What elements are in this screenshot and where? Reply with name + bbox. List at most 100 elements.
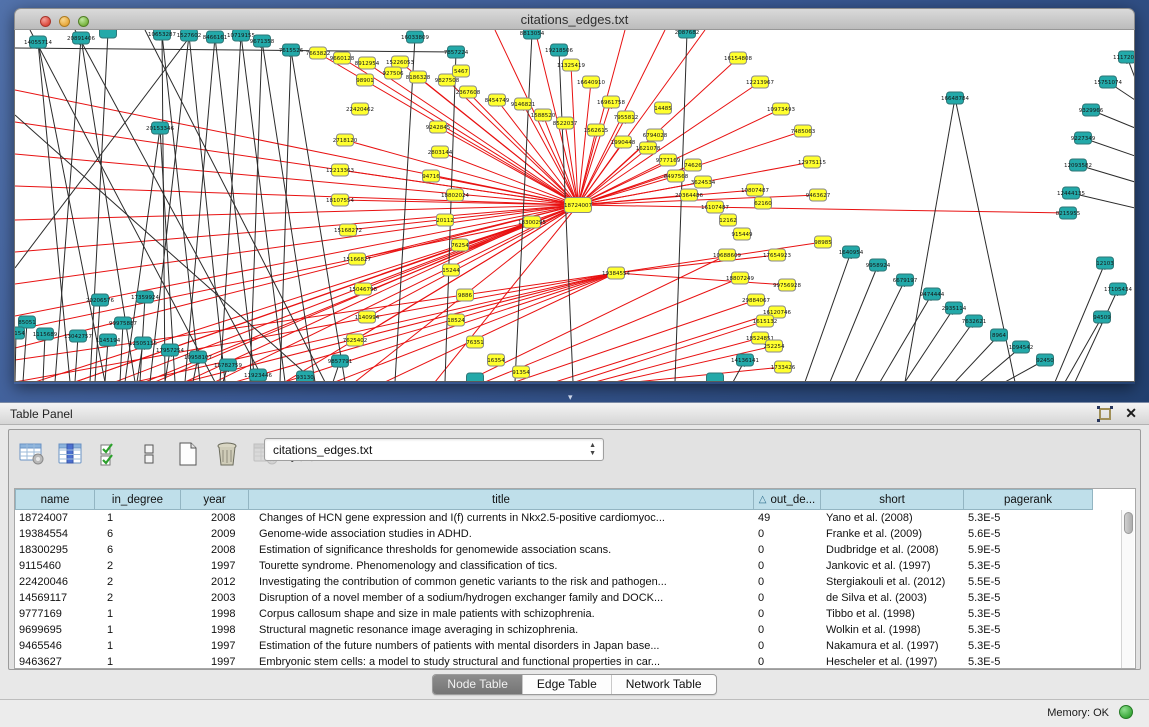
graph-node-16640910[interactable]: 16640910 xyxy=(577,76,605,88)
table-row[interactable]: 1830029562008Estimation of significance … xyxy=(15,542,1135,558)
graph-edge[interactable] xyxy=(250,41,262,382)
graph-edge[interactable] xyxy=(578,205,1068,213)
graph-node-16961758[interactable]: 16961758 xyxy=(597,96,625,108)
table-row[interactable]: 1456911722003Disruption of a novel membe… xyxy=(15,590,1135,606)
graph-edge[interactable] xyxy=(15,30,195,268)
graph-node-20891406[interactable]: 20891406 xyxy=(67,32,95,44)
stacked-rows-icon[interactable] xyxy=(136,441,162,467)
graph-edge[interactable] xyxy=(75,30,265,382)
graph-node-12213967[interactable]: 12213967 xyxy=(746,76,774,88)
graph-node-20206576[interactable]: 20206576 xyxy=(86,294,114,306)
graph-edge[interactable] xyxy=(830,265,878,382)
table-row[interactable]: 2242004622012Investigating the contribut… xyxy=(15,574,1135,590)
graph-edge[interactable] xyxy=(235,273,616,382)
graph-node-76254[interactable]: 76254 xyxy=(451,239,469,251)
graph-node-8497568[interactable]: 8497568 xyxy=(664,170,689,182)
graph-node-9463627[interactable]: 9463627 xyxy=(806,189,831,201)
graph-node-9227349[interactable]: 9227349 xyxy=(1071,132,1096,144)
graph-node-16154808[interactable]: 16154808 xyxy=(724,52,752,64)
graph-node-12213363[interactable]: 12213363 xyxy=(326,164,354,176)
graph-node-94716[interactable]: 94716 xyxy=(422,170,440,182)
graph-node-8964[interactable]: 8964 xyxy=(991,329,1008,341)
graph-edge[interactable] xyxy=(880,294,932,382)
graph-node-7625402[interactable]: 7625402 xyxy=(343,334,368,346)
graph-node-1094542[interactable]: 1094542 xyxy=(1009,341,1034,353)
graph-node-9146821[interactable]: 9146821 xyxy=(511,98,536,110)
graph-node-5467[interactable]: 5467 xyxy=(453,65,470,77)
graph-edge[interactable] xyxy=(616,273,787,285)
column-header-year[interactable]: year xyxy=(181,489,249,510)
table-row[interactable]: 969969511998Structural magnetic resonanc… xyxy=(15,622,1135,638)
citation-network-graph[interactable]: 1405571420891406106532871527602846616110… xyxy=(15,30,1135,382)
graph-node-unlabeled[interactable] xyxy=(707,373,724,382)
column-visibility-icon[interactable] xyxy=(58,441,84,467)
graph-node-16033809[interactable]: 16033809 xyxy=(401,31,429,43)
table-row[interactable]: 1938455462009Genome-wide association stu… xyxy=(15,526,1135,542)
graph-edge[interactable] xyxy=(955,335,999,382)
graph-node-2803144[interactable]: 2803144 xyxy=(428,146,453,158)
graph-edge[interactable] xyxy=(805,252,851,382)
graph-node-20364486[interactable]: 20364486 xyxy=(675,189,703,201)
tab-edge-table[interactable]: Edge Table xyxy=(522,675,611,694)
graph-node-1145194[interactable]: 1145194 xyxy=(96,334,121,346)
graph-edge[interactable] xyxy=(515,33,532,382)
graph-node-7615526[interactable]: 7615526 xyxy=(279,44,304,56)
graph-node-11172034[interactable]: 11172034 xyxy=(1113,51,1135,63)
column-header-title[interactable]: title xyxy=(249,489,754,510)
graph-node-91354[interactable]: 91354 xyxy=(512,366,530,378)
graph-node-11923446[interactable]: 11923446 xyxy=(244,369,272,381)
graph-edge[interactable] xyxy=(15,273,616,360)
graph-node-12103[interactable]: 12103 xyxy=(1096,257,1114,269)
graph-node-7632621[interactable]: 7632621 xyxy=(962,315,987,327)
graph-node-29884067[interactable]: 29884067 xyxy=(742,294,770,306)
graph-edge[interactable] xyxy=(1065,317,1102,382)
graph-node-6679197[interactable]: 6679197 xyxy=(893,274,918,286)
graph-node-98901[interactable]: 98901 xyxy=(356,74,374,86)
graph-node-62160[interactable]: 62160 xyxy=(754,197,772,209)
column-header-pagerank[interactable]: pagerank xyxy=(964,489,1093,510)
graph-node-9242845[interactable]: 9242845 xyxy=(426,121,451,133)
graph-edge[interactable] xyxy=(1075,289,1118,382)
scrollbar-thumb[interactable] xyxy=(1124,512,1133,534)
graph-node-15244[interactable]: 15244 xyxy=(442,264,460,276)
graph-node-16648784[interactable]: 16648784 xyxy=(941,92,969,104)
graph-node-9671358[interactable]: 9671358 xyxy=(250,35,275,47)
graph-node-7955812[interactable]: 7955812 xyxy=(614,111,639,123)
graph-node-39154[interactable]: 39154 xyxy=(15,327,25,339)
graph-node-2087682[interactable]: 2087682 xyxy=(675,30,700,38)
delete-trash-icon[interactable] xyxy=(214,441,240,467)
row-selection-icon[interactable] xyxy=(97,441,123,467)
graph-edge[interactable] xyxy=(15,333,16,382)
graph-node-252254[interactable]: 252254 xyxy=(764,340,785,352)
graph-node-927506[interactable]: 927506 xyxy=(383,67,404,79)
graph-node-9857791[interactable]: 9857791 xyxy=(328,355,353,367)
graph-node-6794028[interactable]: 6794028 xyxy=(643,129,668,141)
network-graph-canvas[interactable]: 1405571420891406106532871527602846616110… xyxy=(14,30,1135,382)
graph-node-74626[interactable]: 74626 xyxy=(684,159,702,171)
graph-node-1527602[interactable]: 1527602 xyxy=(177,30,202,41)
graph-node-unlabeled[interactable] xyxy=(467,373,484,382)
graph-node-16354[interactable]: 16354 xyxy=(487,354,505,366)
graph-node-unlabeled[interactable] xyxy=(100,30,117,38)
graph-edge[interactable] xyxy=(578,82,591,205)
column-header-short[interactable]: short xyxy=(821,489,964,510)
column-header-indegree[interactable]: in_degree xyxy=(95,489,181,510)
graph-node-1562615[interactable]: 1562615 xyxy=(584,124,609,136)
graph-edge[interactable] xyxy=(150,35,189,382)
graph-node-9777169[interactable]: 9777169 xyxy=(656,154,681,166)
table-vertical-scrollbar[interactable] xyxy=(1121,510,1134,669)
graph-node-22420462[interactable]: 22420462 xyxy=(346,103,374,115)
graph-node-14055714[interactable]: 14055714 xyxy=(24,36,52,48)
graph-node-20153346[interactable]: 20153346 xyxy=(146,122,174,134)
graph-node-12162[interactable]: 12162 xyxy=(719,214,737,226)
graph-node-7485063[interactable]: 7485063 xyxy=(791,125,816,137)
graph-node-12975115[interactable]: 12975115 xyxy=(798,156,826,168)
tab-network-table[interactable]: Network Table xyxy=(611,675,716,694)
graph-node-8186328[interactable]: 8186328 xyxy=(406,71,431,83)
graph-node-98985[interactable]: 98985 xyxy=(814,236,832,248)
graph-node-9958924[interactable]: 9958924 xyxy=(866,259,891,271)
table-row[interactable]: 1872400712008Changes of HCN gene express… xyxy=(15,510,1135,526)
graph-node-12444135[interactable]: 12444135 xyxy=(1057,187,1085,199)
graph-node-9660128[interactable]: 9660128 xyxy=(330,52,355,64)
table-row[interactable]: 946554611997Estimation of the future num… xyxy=(15,638,1135,654)
